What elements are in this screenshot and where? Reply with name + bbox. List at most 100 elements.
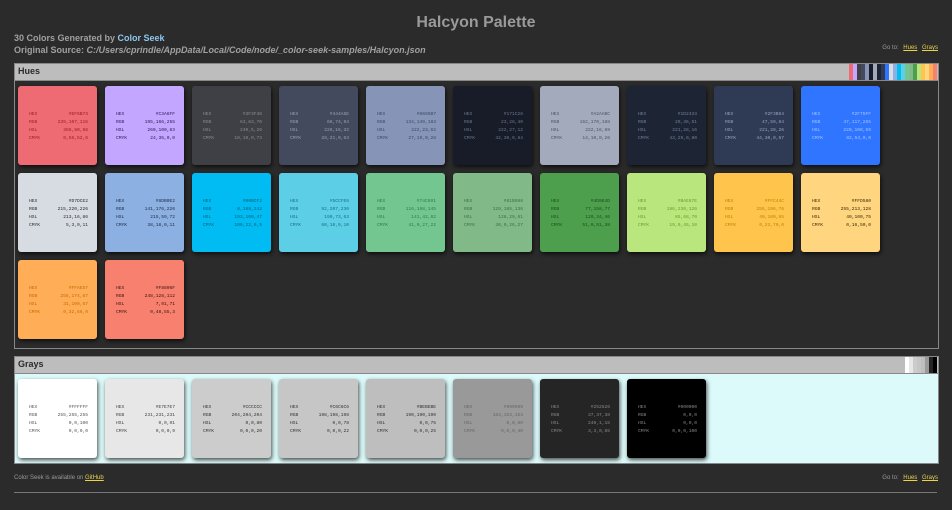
color-card[interactable]: HEX #D7DCE2 RGB 215,220,226 HSL 213,16,86 CMYK… <box>18 173 97 252</box>
color-hsl-value: 226,16,32 <box>324 128 349 133</box>
color-rgb-label: RGB <box>464 207 473 212</box>
color-hsl-label: HSL <box>290 421 299 426</box>
color-cmyk-value: 0,0,0,25 <box>413 429 436 434</box>
color-hsl-value: 31,100,67 <box>63 302 88 307</box>
color-card[interactable]: HEX #2F75FF RGB 47,117,255 HSL 220,100,59 CMYK… <box>801 86 880 165</box>
color-hex-label: HEX <box>116 199 125 204</box>
color-card[interactable]: HEX #1D2433 RGB 29,36,51 HSL 221,28,16 CMYK 43,… <box>627 86 706 165</box>
color-rgb-label: RGB <box>116 207 125 212</box>
color-card[interactable]: HEX #A2AABC RGB 162,170,188 HSL 222,16,69 CMYK… <box>540 86 619 165</box>
color-hex-label: HEX <box>116 405 125 410</box>
color-rgb-value: 248,128,112 <box>144 294 175 299</box>
goto-grays-link[interactable]: Grays <box>922 475 938 481</box>
color-card[interactable]: HEX #FFFFFF RGB 255,255,255 HSL 0,0,100 CMYK 0,… <box>18 379 97 458</box>
color-card[interactable]: HEX #81B988 RGB 129,185,136 HSL 128,29,61 CMYK… <box>453 173 532 252</box>
color-hsl-row: HSL 222,16,69 <box>551 128 610 133</box>
color-card[interactable]: HEX #8DB0E2 RGB 141,176,226 HSL 215,59,72 CMYK… <box>105 173 184 252</box>
color-hsl-value: 0,0,78 <box>332 421 349 426</box>
goto-hues-link[interactable]: Hues <box>903 45 917 51</box>
color-hex-label: HEX <box>551 112 560 117</box>
color-rgb-row: RGB 195,166,255 <box>116 120 175 125</box>
color-card[interactable]: HEX #00BCF2 RGB 0,188,242 HSL 193,100,47 CMYK 1… <box>192 173 271 252</box>
color-cmyk-value: 0,0,0,9 <box>155 429 175 434</box>
color-hsl-label: HSL <box>116 421 125 426</box>
color-hex-row: HEX #00BCF2 <box>203 199 262 204</box>
color-card[interactable]: HEX #999999 RGB 153,153,153 HSL 0,0,60 CMYK 0,0… <box>453 379 532 458</box>
color-hex-label: HEX <box>551 199 560 204</box>
color-cmyk-label: CMYK <box>638 136 650 141</box>
page-title: Halcyon Palette <box>416 14 536 31</box>
color-rgb-row: RGB 29,36,51 <box>638 120 697 125</box>
color-card[interactable]: HEX #C3A6FF RGB 195,166,255 HSL 260,100,83 CMY… <box>105 86 184 165</box>
color-hsl-row: HSL 221,28,16 <box>638 128 697 133</box>
color-cmyk-label: CMYK <box>725 136 737 141</box>
color-card[interactable]: HEX #3F3F46 RGB 63,63,70 HSL 240,5,26 CMYK 10,1… <box>192 86 271 165</box>
color-card[interactable]: HEX #74C691 RGB 116,198,145 HSL 141,42,62 CMYK… <box>366 173 445 252</box>
color-rgb-value: 255,196,76 <box>756 207 784 212</box>
color-rgb-row: RGB 248,128,112 <box>116 294 175 299</box>
color-hex-label: HEX <box>812 199 821 204</box>
color-hsl-label: HSL <box>116 215 125 220</box>
color-hex-value: #EF6B73 <box>68 112 88 117</box>
github-link[interactable]: GitHub <box>85 475 104 481</box>
color-card[interactable]: HEX #252526 RGB 37,37,38 HSL 240,1,15 CMYK 3,3,… <box>540 379 619 458</box>
color-cmyk-label: CMYK <box>812 136 824 141</box>
color-hsl-row: HSL 40,100,75 <box>812 215 871 220</box>
hues-grid: HEX #EF6B73 RGB 239,107,115 HSL 356,80,68 CMYK… <box>15 81 938 348</box>
color-card[interactable]: HEX #444A5E RGB 68,74,94 HSL 226,16,32 CMYK 28,… <box>279 86 358 165</box>
color-card[interactable]: HEX #4D9E4D RGB 77,158,77 HSL 120,34,46 CMYK 51… <box>540 173 619 252</box>
color-cmyk-row: CMYK 19,0,45,10 <box>638 223 697 228</box>
color-rgb-value: 190,190,190 <box>405 413 436 418</box>
goto-hues-link[interactable]: Hues <box>903 475 917 481</box>
color-cmyk-label: CMYK <box>290 136 302 141</box>
color-hsl-value: 222,16,69 <box>585 128 610 133</box>
goto-nav-bottom: Go to: Hues Grays <box>882 475 938 481</box>
color-hsl-label: HSL <box>377 215 386 220</box>
color-card[interactable]: HEX #CCCCCC RGB 204,204,204 HSL 0,0,80 CMYK 0,0… <box>192 379 271 458</box>
color-card[interactable]: HEX #000000 RGB 0,0,0 HSL 0,0,0 CMYK 0,0,0,100 <box>627 379 706 458</box>
color-hsl-label: HSL <box>116 302 125 307</box>
color-card[interactable]: HEX #8695B7 RGB 134,149,183 HSL 222,23,62 CMYK… <box>366 86 445 165</box>
color-cmyk-label: CMYK <box>638 223 650 228</box>
color-hsl-value: 215,59,72 <box>150 215 175 220</box>
color-card[interactable]: HEX #2F3B54 RGB 47,59,84 HSL 221,28,26 CMYK 44,… <box>714 86 793 165</box>
color-card[interactable]: HEX #C6C6C6 RGB 198,198,198 HSL 0,0,78 CMYK 0,0… <box>279 379 358 458</box>
color-cmyk-value: 0,32,66,0 <box>63 310 88 315</box>
color-rgb-value: 77,158,77 <box>585 207 610 212</box>
color-cmyk-label: CMYK <box>551 223 563 228</box>
color-card[interactable]: HEX #5CCFE6 RGB 92,207,230 HSL 190,73,63 CMYK 6… <box>279 173 358 252</box>
color-hsl-label: HSL <box>812 215 821 220</box>
color-card[interactable]: HEX #FFD580 RGB 255,213,128 HSL 40,100,75 CMYK… <box>801 173 880 252</box>
color-hex-row: HEX #E7E7E7 <box>116 405 175 410</box>
color-card[interactable]: HEX #171C28 RGB 23,28,40 HSL 222,27,12 CMYK 42,… <box>453 86 532 165</box>
color-rgb-label: RGB <box>551 413 560 418</box>
color-hsl-value: 85,68,70 <box>674 215 697 220</box>
color-hex-label: HEX <box>203 199 212 204</box>
color-card[interactable]: HEX #FFAE57 RGB 255,174,87 HSL 31,100,67 CMYK 0… <box>18 260 97 339</box>
color-card[interactable]: HEX #E7E7E7 RGB 231,231,231 HSL 0,0,91 CMYK 0,0… <box>105 379 184 458</box>
color-hex-value: #C6C6C6 <box>329 405 349 410</box>
color-card[interactable]: HEX #F8806F RGB 248,128,112 HSL 7,91,71 CMYK 0,… <box>105 260 184 339</box>
color-rgb-row: RGB 37,37,38 <box>551 413 610 418</box>
color-rgb-value: 68,74,94 <box>326 120 349 125</box>
color-hex-row: HEX #252526 <box>551 405 610 410</box>
color-hsl-row: HSL 220,100,59 <box>812 128 871 133</box>
color-hsl-value: 128,29,61 <box>498 215 523 220</box>
color-cmyk-value: 100,22,0,5 <box>234 223 262 228</box>
color-hex-row: HEX #FFAE57 <box>29 286 88 291</box>
color-rgb-row: RGB 77,158,77 <box>551 207 610 212</box>
color-seek-link[interactable]: Color Seek <box>118 33 165 43</box>
color-hsl-row: HSL 0,0,75 <box>377 421 436 426</box>
color-card[interactable]: HEX #BAE67E RGB 186,230,126 HSL 85,68,70 CMYK 1… <box>627 173 706 252</box>
goto-grays-link[interactable]: Grays <box>922 45 938 51</box>
color-hex-value: #2F75FF <box>851 112 871 117</box>
color-card[interactable]: HEX #BEBEBE RGB 190,190,190 HSL 0,0,75 CMYK 0,0… <box>366 379 445 458</box>
color-hex-label: HEX <box>29 199 38 204</box>
color-card[interactable]: HEX #FFC44C RGB 255,196,76 HSL 40,100,65 CMYK 0… <box>714 173 793 252</box>
color-card[interactable]: HEX #EF6B73 RGB 239,107,115 HSL 356,80,68 CMYK… <box>18 86 97 165</box>
color-cmyk-label: CMYK <box>551 136 563 141</box>
color-hex-row: HEX #74C691 <box>377 199 436 204</box>
color-cmyk-value: 0,23,70,0 <box>759 223 784 228</box>
grays-swatch-strip <box>905 357 937 373</box>
color-hex-row: HEX #000000 <box>638 405 697 410</box>
